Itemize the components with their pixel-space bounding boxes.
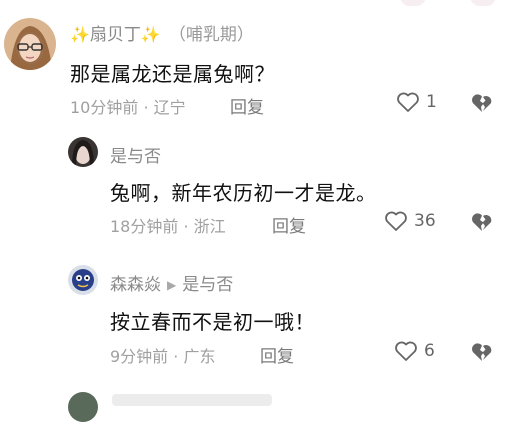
username[interactable]: 是与否 — [110, 142, 161, 167]
like-button[interactable]: 6 — [394, 340, 435, 362]
sparkle-icon: ✨ — [70, 25, 90, 44]
reply-arrow-icon: ▶ — [167, 278, 177, 292]
like-count: 1 — [426, 92, 437, 112]
dislike-button[interactable] — [470, 211, 494, 237]
avatar[interactable] — [4, 18, 56, 70]
username[interactable]: 森森焱 ▶ 是与否 — [110, 270, 233, 295]
heart-icon — [395, 341, 417, 361]
reply-button[interactable]: 回复 — [230, 93, 264, 118]
top-partial-icon — [400, 0, 426, 6]
partial-next-comment — [112, 394, 272, 406]
avatar[interactable] — [68, 392, 98, 422]
dislike-button[interactable] — [470, 341, 494, 367]
heart-icon — [385, 211, 407, 231]
broken-heart-icon — [472, 343, 492, 361]
broken-heart-icon — [472, 94, 492, 112]
heart-icon — [397, 92, 419, 112]
top-partial-icon — [470, 0, 496, 6]
comment-text: 按立春而不是初一哦！ — [110, 310, 315, 334]
comment-text: 那是属龙还是属兔啊？ — [70, 62, 275, 86]
dislike-button[interactable] — [470, 92, 494, 118]
avatar[interactable] — [68, 265, 98, 295]
sparkle-icon: ✨ — [140, 25, 161, 44]
comment-meta: 10分钟前 · 辽宁 — [70, 98, 186, 117]
comment-meta: 18分钟前 · 浙江 — [110, 217, 226, 236]
username[interactable]: ✨扇贝丁✨ （哺乳期） — [70, 20, 254, 45]
like-button[interactable]: 36 — [384, 210, 436, 232]
like-count: 36 — [414, 211, 436, 231]
reply-button[interactable]: 回复 — [272, 212, 306, 237]
user-tag: （哺乳期） — [168, 25, 254, 45]
comment-text: 兔啊，新年农历初一才是龙。 — [110, 181, 377, 205]
like-button[interactable]: 1 — [396, 91, 437, 113]
reply-button[interactable]: 回复 — [260, 342, 294, 367]
broken-heart-icon — [472, 213, 492, 231]
avatar[interactable] — [68, 137, 98, 167]
reply-target[interactable]: 是与否 — [182, 275, 233, 295]
like-count: 6 — [424, 341, 435, 361]
comment-meta: 9分钟前 · 广东 — [110, 347, 216, 366]
